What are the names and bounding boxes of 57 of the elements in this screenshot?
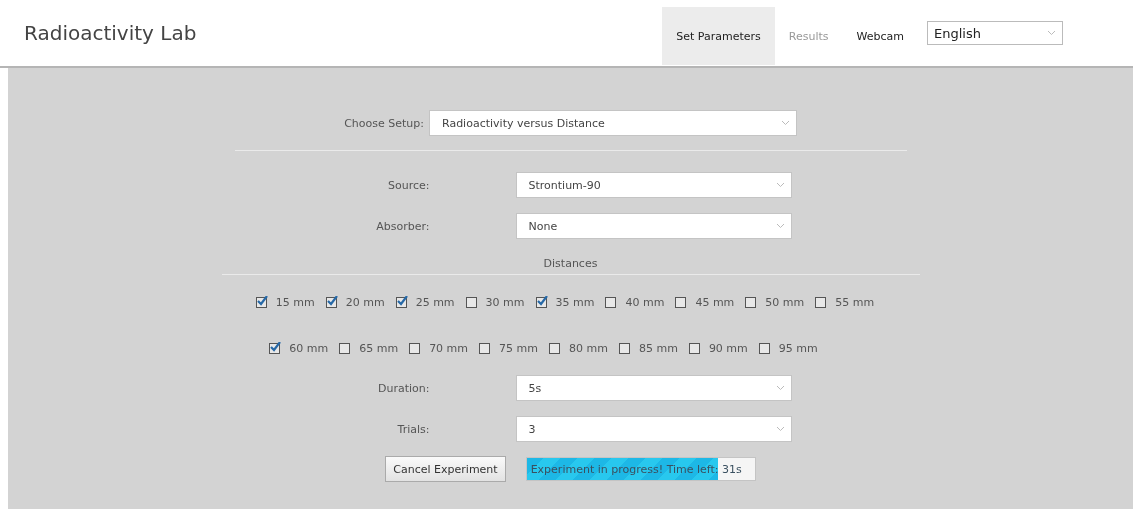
checkbox[interactable] bbox=[758, 343, 770, 354]
checkbox[interactable] bbox=[815, 297, 827, 308]
checkbox[interactable] bbox=[409, 343, 421, 354]
chevron-down-icon bbox=[1047, 30, 1056, 36]
chevron-down-icon bbox=[775, 223, 785, 229]
checkbox-label: 75 mm bbox=[499, 342, 538, 355]
checkbox[interactable] bbox=[255, 297, 267, 308]
checkbox[interactable] bbox=[549, 343, 560, 354]
checkbox-label: 70 mm bbox=[429, 342, 469, 355]
nav-tab[interactable]: Set Parameters bbox=[662, 7, 775, 65]
checkbox-label: 60 mm bbox=[289, 342, 329, 355]
dropdown[interactable]: Radioactivity versus Distance bbox=[429, 110, 797, 136]
field-label: Choose Setup: bbox=[344, 116, 424, 130]
checkbox-label: 50 mm bbox=[765, 296, 805, 309]
checkbox-label: 95 mm bbox=[778, 342, 818, 355]
checkbox[interactable] bbox=[465, 297, 477, 308]
nav-tab[interactable]: Webcam bbox=[842, 7, 918, 65]
dropdown[interactable]: Strontium-90 bbox=[515, 172, 792, 198]
dropdown[interactable]: None bbox=[515, 213, 792, 239]
checkbox[interactable] bbox=[269, 343, 281, 354]
chevron-down-icon bbox=[781, 120, 790, 126]
checkbox-label: 65 mm bbox=[359, 342, 399, 355]
field-label: Trials: bbox=[396, 422, 430, 436]
checkbox-label: 85 mm bbox=[638, 342, 678, 355]
checkbox-label: 30 mm bbox=[485, 296, 525, 309]
checkbox-label: 90 mm bbox=[708, 342, 748, 355]
chevron-down-icon bbox=[775, 426, 785, 432]
dropdown[interactable]: 3 bbox=[515, 416, 792, 442]
dropdown[interactable]: 5s bbox=[515, 375, 792, 401]
checkbox[interactable] bbox=[395, 297, 407, 308]
checkbox[interactable] bbox=[325, 297, 337, 308]
checkbox-label: 45 mm bbox=[695, 296, 735, 309]
field-label: Absorber: bbox=[375, 219, 430, 233]
checkbox[interactable] bbox=[745, 297, 757, 308]
checkbox-label: 35 mm bbox=[555, 296, 595, 309]
checkbox[interactable] bbox=[339, 343, 351, 354]
checkbox[interactable] bbox=[605, 297, 617, 308]
checkbox-label: 20 mm bbox=[345, 296, 385, 309]
checkbox-label: 55 mm bbox=[835, 296, 875, 309]
checkbox-label: 15 mm bbox=[275, 296, 315, 309]
checkbox[interactable] bbox=[618, 343, 630, 354]
cancel-button[interactable]: Cancel Experiment bbox=[385, 456, 506, 482]
progress-text: Experiment in progress! Time left: 31s bbox=[529, 462, 742, 476]
checkbox-label: 40 mm bbox=[625, 296, 665, 309]
chevron-down-icon bbox=[775, 385, 785, 391]
checkbox[interactable] bbox=[688, 343, 700, 354]
app-title: Radioactivity Lab bbox=[24, 21, 198, 45]
section-title: Distances bbox=[543, 257, 598, 270]
checkbox[interactable] bbox=[535, 297, 547, 308]
field-label: Duration: bbox=[377, 381, 430, 395]
chevron-down-icon bbox=[775, 182, 785, 188]
checkbox-label: 80 mm bbox=[569, 342, 608, 355]
checkbox[interactable] bbox=[675, 297, 687, 308]
field-label: Source: bbox=[387, 178, 430, 192]
language-dropdown[interactable]: English bbox=[927, 21, 1063, 45]
checkbox[interactable] bbox=[479, 343, 491, 354]
checkbox-label: 25 mm bbox=[415, 296, 455, 309]
